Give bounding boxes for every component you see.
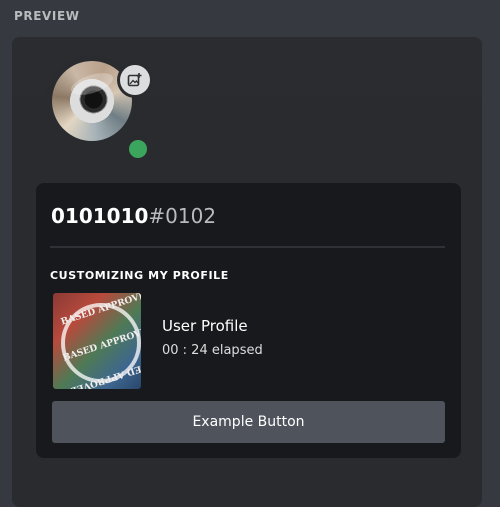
activity-header: CUSTOMIZING MY PROFILE [50, 269, 229, 282]
activity-image: BASED APPROVED BASED APPROVED BASED APPR… [53, 293, 141, 389]
profile-info-panel: 0101010#0102 CUSTOMIZING MY PROFILE BASE… [36, 183, 461, 458]
avatar-glint [68, 68, 116, 100]
preview-heading: PREVIEW [14, 9, 80, 23]
avatar-edit-button[interactable] [117, 62, 153, 98]
online-status-indicator [125, 136, 151, 162]
divider [50, 246, 445, 248]
status-dot [129, 140, 147, 158]
discriminator: #0102 [148, 204, 217, 228]
example-button[interactable]: Example Button [52, 401, 445, 443]
activity-title: User Profile [162, 317, 248, 335]
username-display: 0101010#0102 [51, 204, 216, 228]
image-plus-icon-svg [127, 73, 142, 87]
image-plus-icon [120, 65, 150, 95]
activity-elapsed-time: 00 : 24 elapsed [162, 343, 263, 358]
username: 0101010 [51, 204, 149, 228]
